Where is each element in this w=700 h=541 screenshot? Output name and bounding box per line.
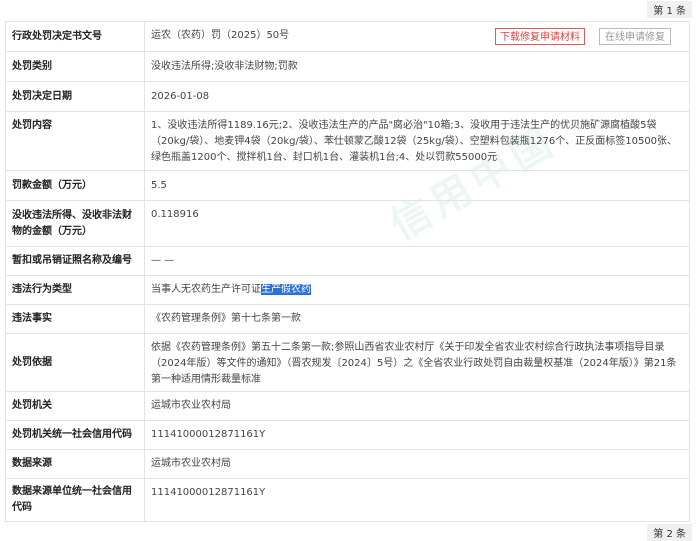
violation-facts-label: 违法事实: [5, 304, 145, 334]
online-repair-button[interactable]: 在线申请修复: [599, 28, 671, 45]
row-violation-type: 违法行为类型 当事人无农药生产许可证生产假农药: [5, 275, 690, 305]
penalty-type-value: 没收违法所得;没收非法财物;罚款: [144, 51, 690, 82]
row-authority-code: 处罚机关统一社会信用代码 11141000012871161Y: [5, 420, 690, 450]
decision-date-label: 处罚决定日期: [5, 81, 145, 112]
row-decision-date: 处罚决定日期 2026-01-08: [5, 81, 690, 112]
row-basis: 处罚依据 依据《农药管理条例》第五十二条第一款;参照山西省农业农村厅《关于印发全…: [5, 333, 690, 392]
violation-type-value: 当事人无农药生产许可证生产假农药: [144, 275, 690, 305]
violation-facts-value: 《农药管理条例》第十七条第一款: [144, 304, 690, 334]
row-content: 处罚内容 1、没收违法所得1189.16元;2、没收违法生产的产品"腐必治"10…: [5, 111, 690, 171]
download-repair-materials-button[interactable]: 下载修复申请材料: [495, 28, 585, 45]
fine-amount-value: 5.5: [144, 170, 690, 201]
record-counter-bottom: 第 2 条: [647, 524, 692, 541]
record-counter-top: 第 1 条: [647, 1, 692, 18]
confiscated-amount-label: 没收违法所得、没收非法财物的金额（万元）: [5, 200, 145, 247]
penalty-type-label: 处罚类别: [5, 51, 145, 82]
row-doc-number: 行政处罚决定书文号 运农（农药）罚（2025）50号 下载修复申请材料 在线申请…: [5, 21, 690, 52]
basis-value: 依据《农药管理条例》第五十二条第一款;参照山西省农业农村厅《关于印发全省农业农村…: [144, 333, 690, 392]
authority-value: 运城市农业农村局: [144, 391, 690, 421]
row-fine-amount: 罚款金额（万元） 5.5: [5, 170, 690, 201]
authority-label: 处罚机关: [5, 391, 145, 421]
fine-amount-label: 罚款金额（万元）: [5, 170, 145, 201]
violation-type-label: 违法行为类型: [5, 275, 145, 305]
authority-code-label: 处罚机关统一社会信用代码: [5, 420, 145, 450]
data-source-label: 数据来源: [5, 449, 145, 479]
data-source-value: 运城市农业农村局: [144, 449, 690, 479]
authority-code-value: 11141000012871161Y: [144, 420, 690, 450]
row-license-revoked: 暂扣或吊销证照名称及编号 — —: [5, 246, 690, 276]
decision-date-value: 2026-01-08: [144, 81, 690, 112]
basis-label: 处罚依据: [5, 333, 145, 392]
doc-number-label: 行政处罚决定书文号: [5, 21, 145, 52]
selected-text-highlight[interactable]: 生产假农药: [261, 284, 311, 295]
source-code-value: 11141000012871161Y: [144, 478, 690, 522]
row-source-code: 数据来源单位统一社会信用代码 11141000012871161Y: [5, 478, 690, 522]
license-revoked-label: 暂扣或吊销证照名称及编号: [5, 246, 145, 276]
row-data-source: 数据来源 运城市农业农村局: [5, 449, 690, 479]
confiscated-amount-value: 0.118916: [144, 200, 690, 247]
penalty-record-table: 行政处罚决定书文号 运农（农药）罚（2025）50号 下载修复申请材料 在线申请…: [5, 21, 690, 522]
row-confiscated-amount: 没收违法所得、没收非法财物的金额（万元） 0.118916: [5, 200, 690, 247]
violation-type-text: 当事人无农药生产许可证: [151, 284, 261, 295]
content-value: 1、没收违法所得1189.16元;2、没收违法生产的产品"腐必治"10箱;3、没…: [144, 111, 690, 171]
content-label: 处罚内容: [5, 111, 145, 171]
row-authority: 处罚机关 运城市农业农村局: [5, 391, 690, 421]
source-code-label: 数据来源单位统一社会信用代码: [5, 478, 145, 522]
row-penalty-type: 处罚类别 没收违法所得;没收非法财物;罚款: [5, 51, 690, 82]
row-violation-facts: 违法事实 《农药管理条例》第十七条第一款: [5, 304, 690, 334]
license-revoked-value: — —: [144, 246, 690, 276]
doc-number-value: 运农（农药）罚（2025）50号: [151, 30, 290, 41]
